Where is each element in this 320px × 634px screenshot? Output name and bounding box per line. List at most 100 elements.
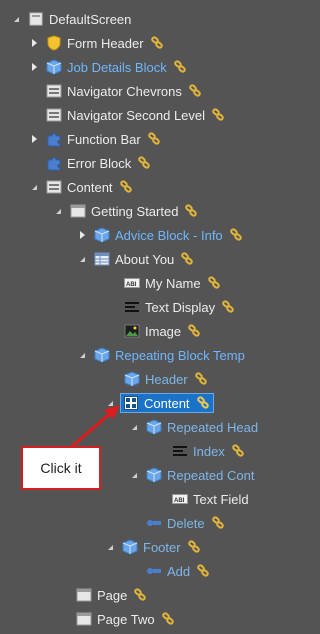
tree-item-index[interactable]: Index xyxy=(172,441,245,461)
tree-item-label: Content xyxy=(67,179,113,195)
tree-item-repeating-block-template[interactable]: Repeating Block Temp xyxy=(76,345,245,365)
tree-item-label: Repeated Head xyxy=(167,419,259,435)
tree-item-delete[interactable]: Delete xyxy=(146,513,225,533)
tree-item-repeated-content[interactable]: Repeated Cont xyxy=(128,465,254,485)
collapse-toggle[interactable] xyxy=(128,469,140,481)
link-icon xyxy=(187,324,201,338)
expand-toggle[interactable] xyxy=(28,133,40,145)
cube-icon xyxy=(46,59,62,75)
tree-item-about-you[interactable]: About You xyxy=(76,249,194,269)
tree-item-label: Navigator Second Level xyxy=(67,107,206,123)
cube-icon xyxy=(122,539,138,555)
puzzle-icon xyxy=(46,131,62,147)
tree-item-page[interactable]: Page xyxy=(76,585,147,605)
link-icon xyxy=(196,564,210,578)
tree-item-add[interactable]: Add xyxy=(146,561,210,581)
tree-item-text-display[interactable]: Text Display xyxy=(124,297,235,317)
text-field-icon: ABI xyxy=(172,491,188,507)
tree-item-error-block[interactable]: Error Block xyxy=(46,153,151,173)
tree-item-label: Repeating Block Temp xyxy=(115,347,245,363)
shield-icon xyxy=(46,35,62,51)
collapse-toggle[interactable] xyxy=(104,397,116,409)
tree-item-label: Text Display xyxy=(145,299,216,315)
link-icon xyxy=(207,276,221,290)
tree-item-label: DefaultScreen xyxy=(49,11,132,27)
table-icon xyxy=(94,251,110,267)
action-icon xyxy=(146,563,162,579)
collapse-toggle[interactable] xyxy=(128,421,140,433)
link-icon xyxy=(221,300,235,314)
tree-item-text-field[interactable]: ABI Text Field xyxy=(172,489,249,509)
tree-item-navigator-chevrons[interactable]: Navigator Chevrons xyxy=(46,81,202,101)
link-icon xyxy=(194,372,208,386)
tree-item-label: About You xyxy=(115,251,175,267)
tree-item-label: Image xyxy=(145,323,182,339)
screen-icon xyxy=(28,11,44,27)
text-lines-icon xyxy=(172,443,188,459)
link-icon xyxy=(173,60,187,74)
link-icon xyxy=(147,132,161,146)
tree-item-label: My Name xyxy=(145,275,201,291)
link-icon xyxy=(211,108,225,122)
tree-item-image[interactable]: Image xyxy=(124,321,201,341)
link-icon xyxy=(229,228,243,242)
collapse-toggle[interactable] xyxy=(104,541,116,553)
page-icon xyxy=(76,587,92,603)
tree-item-label: Header xyxy=(145,371,188,387)
puzzle-icon xyxy=(46,155,62,171)
link-icon xyxy=(184,204,198,218)
link-icon xyxy=(196,396,210,410)
tree-item-function-bar[interactable]: Function Bar xyxy=(28,129,161,149)
collapse-toggle[interactable] xyxy=(28,181,40,193)
collapse-toggle[interactable] xyxy=(52,205,64,217)
svg-text:ABI: ABI xyxy=(126,282,137,288)
collapse-toggle[interactable] xyxy=(10,13,22,25)
link-icon xyxy=(188,84,202,98)
tree-item-label: Advice Block - Info xyxy=(115,227,223,243)
tree-item-form-header[interactable]: Form Header xyxy=(28,33,164,53)
tree-item-label: Form Header xyxy=(67,35,144,51)
expand-toggle[interactable] xyxy=(76,229,88,241)
tree-item-header[interactable]: Header xyxy=(124,369,208,389)
tree-item-content-selected[interactable]: Content xyxy=(104,393,214,413)
tree-item-repeated-header[interactable]: Repeated Head xyxy=(128,417,258,437)
tree-item-label: Getting Started xyxy=(91,203,179,219)
collapse-toggle[interactable] xyxy=(76,349,88,361)
tree-item-page-two[interactable]: Page Two xyxy=(76,609,175,629)
tree-item-my-name[interactable]: ABI My Name xyxy=(124,273,221,293)
panel-icon xyxy=(46,107,62,123)
tree-item-footer[interactable]: Footer xyxy=(104,537,201,557)
link-icon xyxy=(187,540,201,554)
tree-item-navigator-second-level[interactable]: Navigator Second Level xyxy=(46,105,225,125)
tree-item-advice-block-info[interactable]: Advice Block - Info xyxy=(76,225,243,245)
action-icon xyxy=(146,515,162,531)
text-lines-icon xyxy=(124,299,140,315)
tree-item-label: Repeated Cont xyxy=(167,467,255,483)
expand-toggle[interactable] xyxy=(28,37,40,49)
text-field-icon: ABI xyxy=(124,275,140,291)
tree-item-label: Page xyxy=(97,587,128,603)
cube-icon xyxy=(146,419,162,435)
link-icon xyxy=(133,588,147,602)
cube-icon xyxy=(124,371,140,387)
link-icon xyxy=(161,612,175,626)
tree-item-label: Error Block xyxy=(67,155,132,171)
tree-item-content[interactable]: Content xyxy=(28,177,133,197)
tree-item-label: Page Two xyxy=(97,611,155,627)
tree-item-label: Navigator Chevrons xyxy=(67,83,182,99)
screen-tree: DefaultScreen Form Header Job Details Bl… xyxy=(0,0,262,634)
tree-item-getting-started[interactable]: Getting Started xyxy=(52,201,198,221)
tree-item-defaultscreen[interactable]: DefaultScreen xyxy=(10,9,131,29)
expand-toggle[interactable] xyxy=(28,61,40,73)
tree-item-job-details-block[interactable]: Job Details Block xyxy=(28,57,187,77)
link-icon xyxy=(211,516,225,530)
tree-item-label: Add xyxy=(167,563,191,579)
callout-text: Click it xyxy=(40,460,82,476)
cube-icon xyxy=(146,467,162,483)
selected-item-highlight[interactable]: Content xyxy=(120,393,214,413)
tree-item-label: Job Details Block xyxy=(67,59,167,75)
tree-item-label: Index xyxy=(193,443,225,459)
collapse-toggle[interactable] xyxy=(76,253,88,265)
annotation-callout: Click it xyxy=(21,446,101,490)
link-icon xyxy=(119,180,133,194)
